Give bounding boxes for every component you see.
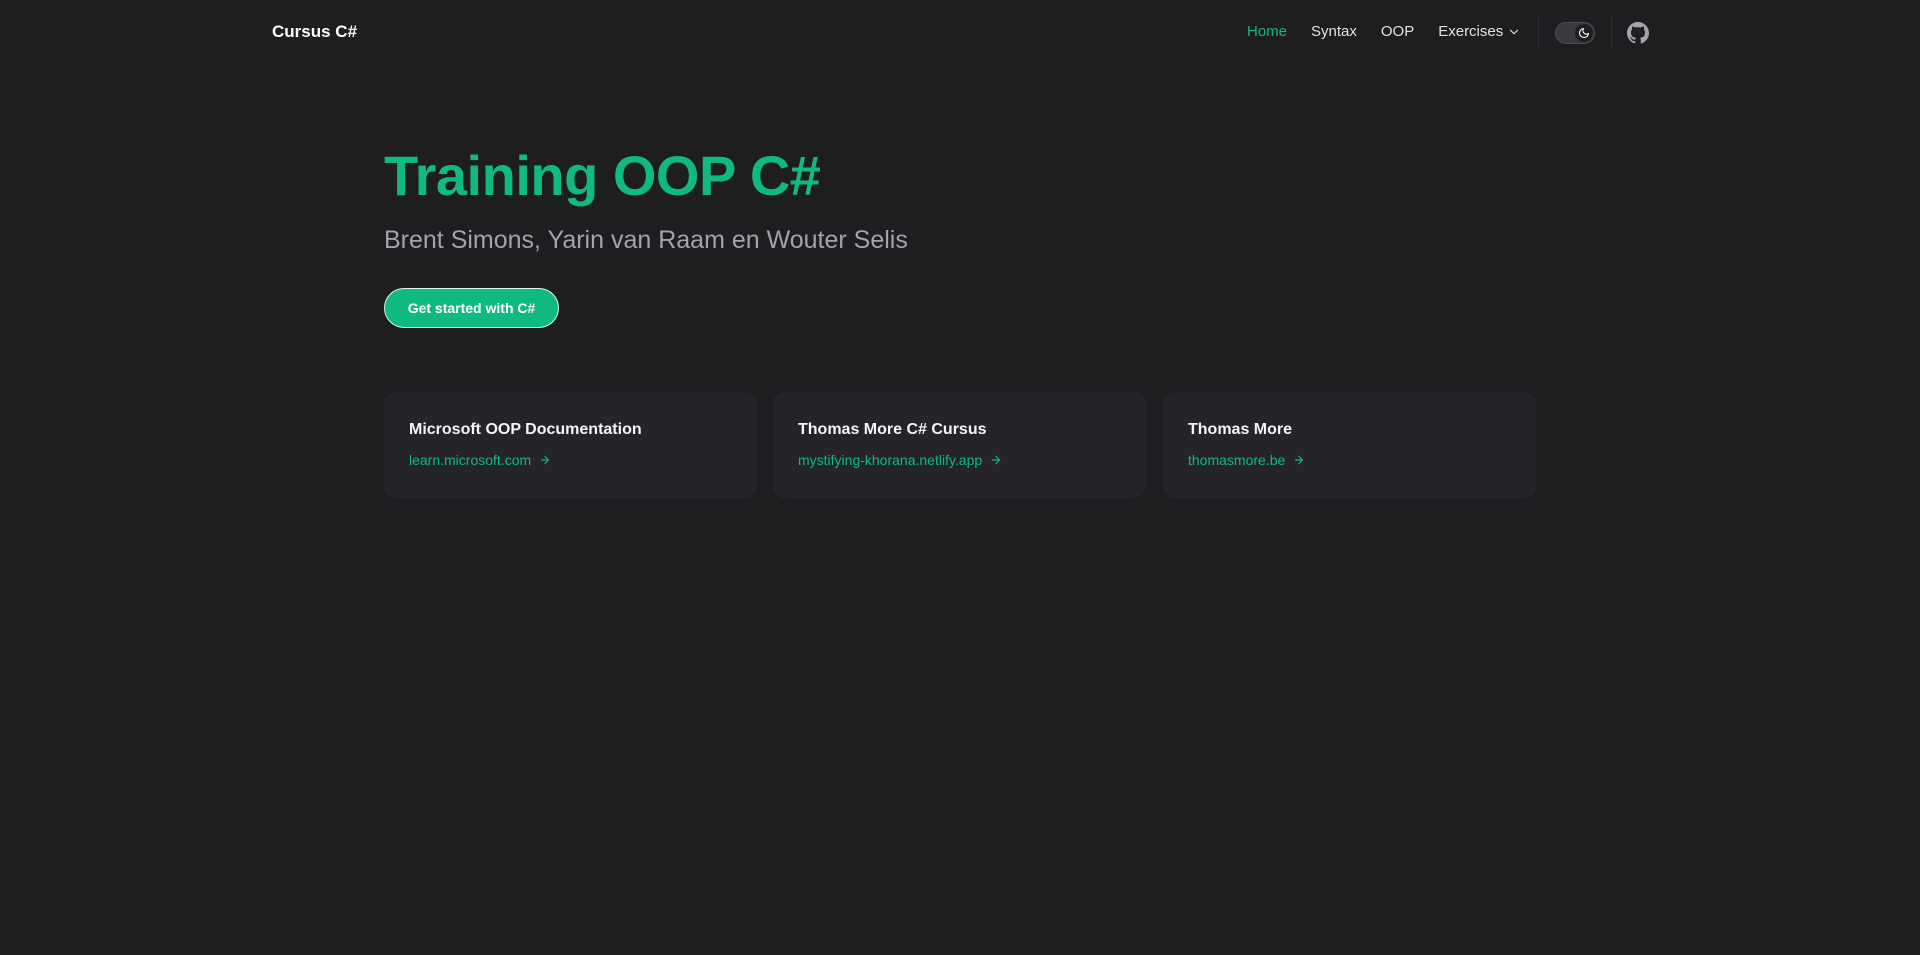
site-brand[interactable]: Cursus C#	[272, 20, 357, 44]
arrow-right-icon	[541, 455, 550, 465]
nav-divider	[1538, 18, 1539, 46]
card-link-text: learn.microsoft.com	[409, 452, 532, 468]
nav-divider	[1611, 18, 1612, 46]
link-card-microsoft[interactable]: Microsoft OOP Documentation learn.micros…	[384, 392, 757, 498]
card-link[interactable]: thomasmore.be	[1188, 450, 1511, 470]
link-card-thomas-more[interactable]: Thomas More thomasmore.be	[1163, 392, 1536, 498]
nav-dropdown-exercises-label: Exercises	[1438, 23, 1504, 40]
card-link-text: thomasmore.be	[1188, 452, 1286, 468]
theme-toggle-knob	[1575, 24, 1593, 42]
get-started-button[interactable]: Get started with C#	[384, 288, 559, 328]
card-title: Thomas More	[1188, 421, 1293, 438]
nav-links: Home Syntax OOP Exercises	[1247, 20, 1521, 44]
chevron-down-icon	[1510, 29, 1519, 35]
nav-link-oop[interactable]: OOP	[1381, 20, 1414, 44]
link-card-thomas-more-cursus[interactable]: Thomas More C# Cursus mystifying-khorana…	[773, 392, 1146, 498]
card-title: Microsoft OOP Documentation	[409, 421, 642, 438]
arrow-right-icon	[1295, 455, 1304, 465]
hero-title: Training OOP C#	[384, 144, 821, 207]
card-link[interactable]: mystifying-khorana.netlify.app	[798, 450, 1121, 470]
arrow-right-icon	[992, 455, 1001, 465]
card-link[interactable]: learn.microsoft.com	[409, 450, 732, 470]
github-icon[interactable]	[1627, 22, 1649, 44]
card-title: Thomas More C# Cursus	[798, 421, 987, 438]
moon-icon	[1578, 27, 1590, 39]
navbar: Cursus C# Home Syntax OOP Exercises	[0, 0, 1920, 64]
theme-toggle[interactable]	[1555, 22, 1595, 44]
nav-link-home[interactable]: Home	[1247, 20, 1287, 44]
card-link-text: mystifying-khorana.netlify.app	[798, 452, 983, 468]
nav-dropdown-exercises[interactable]: Exercises	[1438, 20, 1521, 44]
nav-link-syntax[interactable]: Syntax	[1311, 20, 1357, 44]
hero-subtitle: Brent Simons, Yarin van Raam en Wouter S…	[384, 226, 908, 254]
